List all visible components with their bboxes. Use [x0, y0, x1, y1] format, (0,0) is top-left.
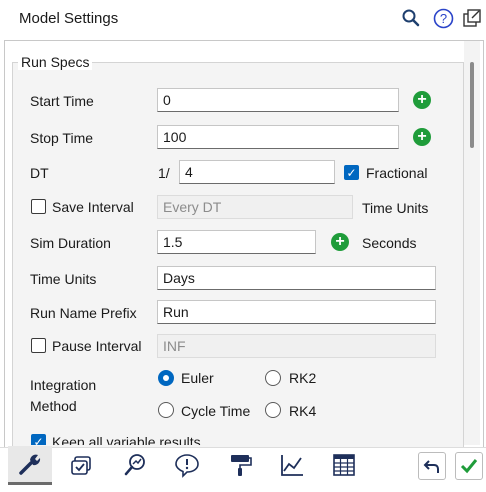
paint-roller-icon — [231, 455, 252, 476]
run-name-prefix-label: Run Name Prefix — [30, 305, 137, 321]
checklist-tab[interactable] — [60, 448, 104, 482]
run-name-prefix-input[interactable]: Run — [157, 300, 436, 324]
run-specs-legend: Run Specs — [18, 54, 93, 70]
pause-interval-input[interactable]: INF — [157, 334, 436, 358]
dt-input[interactable]: 4 — [179, 160, 335, 184]
rk2-radio[interactable] — [265, 370, 281, 386]
table-icon — [333, 454, 355, 476]
time-units-label: Time Units — [30, 271, 97, 287]
stop-time-input[interactable]: 100 — [157, 125, 399, 149]
undo-button[interactable] — [418, 452, 446, 480]
euler-label: Euler — [181, 370, 214, 386]
page-title: Model Settings — [19, 10, 119, 27]
save-interval-checkbox[interactable] — [31, 199, 46, 214]
header-bar: Model Settings ? — [0, 0, 486, 38]
undo-icon — [423, 460, 439, 473]
start-time-label: Start Time — [30, 93, 94, 109]
keep-results-label: Keep all variable results — [52, 434, 201, 445]
paint-tab[interactable] — [218, 448, 262, 482]
stop-time-label: Stop Time — [30, 130, 94, 146]
dt-label: DT — [30, 165, 49, 181]
integration-method-label-line2: Method — [30, 398, 77, 414]
save-interval-label: Save Interval — [52, 199, 134, 215]
sim-duration-add-button[interactable]: + — [331, 233, 349, 251]
help-icon[interactable]: ? — [432, 7, 454, 29]
sim-duration-units: Seconds — [362, 235, 417, 251]
popout-icon[interactable] — [461, 7, 483, 29]
pause-interval-label: Pause Interval — [52, 338, 142, 354]
save-interval-input[interactable]: Every DT — [157, 195, 353, 219]
save-interval-units: Time Units — [362, 200, 429, 216]
run-specs-tab[interactable] — [8, 446, 52, 485]
ok-button[interactable] — [455, 452, 483, 480]
rk4-label: RK4 — [289, 403, 317, 419]
wrench-icon — [19, 454, 41, 475]
cycle-time-radio[interactable] — [158, 402, 174, 418]
rk4-radio[interactable] — [265, 402, 281, 418]
graph-tab[interactable] — [270, 448, 314, 482]
alert-bubble-icon — [175, 454, 199, 478]
rk2-label: RK2 — [289, 370, 317, 386]
sim-duration-input[interactable]: 1.5 — [157, 230, 316, 254]
dt-prefix: 1/ — [158, 165, 170, 181]
keep-results-checkbox[interactable]: ✓ — [31, 434, 46, 445]
scrollbar-thumb[interactable] — [470, 62, 474, 148]
search-icon[interactable] — [400, 7, 422, 29]
pause-interval-checkbox[interactable] — [31, 338, 46, 353]
magnifier-graph-icon — [124, 454, 145, 476]
analyze-tab[interactable] — [113, 448, 157, 482]
table-tab[interactable] — [322, 448, 366, 482]
alerts-tab[interactable] — [165, 448, 209, 482]
time-units-input[interactable]: Days — [157, 266, 436, 290]
fractional-label: Fractional — [366, 165, 428, 181]
check-icon — [460, 459, 478, 474]
cycle-time-label: Cycle Time — [181, 403, 251, 419]
svg-text:?: ? — [439, 11, 446, 26]
stop-time-add-button[interactable]: + — [413, 128, 431, 146]
integration-method-label-line1: Integration — [30, 377, 97, 393]
fractional-checkbox[interactable]: ✓ — [344, 165, 359, 180]
keep-results-row: ✓ Keep all variable results — [12, 430, 462, 445]
start-time-input[interactable]: 0 — [157, 88, 399, 112]
checklist-icon — [71, 456, 91, 475]
start-time-add-button[interactable]: + — [413, 91, 431, 109]
euler-radio[interactable] — [158, 370, 174, 386]
sim-duration-label: Sim Duration — [30, 235, 111, 251]
line-graph-icon — [281, 455, 303, 476]
